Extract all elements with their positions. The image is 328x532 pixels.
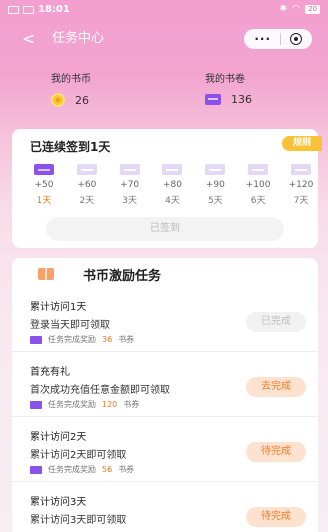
day-reward: +100 xyxy=(245,180,271,190)
wallet-summary: 我的书币 26 我的书卷 136 xyxy=(0,70,328,110)
task-title: 累计访问3天 xyxy=(30,497,87,508)
task-action-button[interactable]: 待完成 xyxy=(246,507,306,527)
status-right: ✱ ◠ 20 xyxy=(280,4,320,14)
reward-prefix: 任务完成奖励 xyxy=(48,465,96,474)
ticket-icon xyxy=(290,164,311,175)
task-row: 累计访问2天累计访问2天即可领取任务完成奖励 56 书券 待完成 xyxy=(12,428,318,482)
signin-day-1: +50 1天 xyxy=(30,164,58,206)
ticket-icon xyxy=(205,164,226,175)
close-mini-program-button[interactable] xyxy=(289,33,302,45)
signin-day-2: +60 2天 xyxy=(73,164,101,206)
day-reward: +90 xyxy=(205,180,225,190)
wifi-icon: ◠ xyxy=(292,4,301,14)
task-row: 首充有礼首次成功充值任意金额即可领取任务完成奖励 120 书券 去完成 xyxy=(12,363,318,417)
day-label: 6天 xyxy=(250,196,266,206)
coins-value-row: 26 xyxy=(51,93,91,107)
coins-label: 我的书币 xyxy=(51,74,91,85)
task-action-button[interactable]: 已完成 xyxy=(246,312,306,332)
task-row: 累计访问1天登录当天即可领取 任务完成奖励 36 书券 已完成 xyxy=(12,298,318,352)
ticket-icon xyxy=(162,164,183,175)
signin-days: +50 1天 +60 2天 +70 3天 +80 4天 +90 5天 +100 6天 +120 7天 xyxy=(30,164,315,206)
task-title: 累计访问1天 xyxy=(30,302,87,313)
status-bar: 18:01 ✱ ◠ 20 xyxy=(0,0,328,20)
task-reward: 任务完成奖励 56 书券 xyxy=(30,464,134,475)
tickets-value: 136 xyxy=(231,93,252,106)
reward-amount: 56 xyxy=(102,465,113,474)
day-label: 5天 xyxy=(207,196,223,206)
reward-amount: 120 xyxy=(102,400,118,409)
tasks-card: 书币激励任务 累计访问1天登录当天即可领取 任务完成奖励 36 书券 已完成首充有礼首次… xyxy=(12,258,318,532)
ticket-icon xyxy=(34,164,54,175)
page-title: 任务中心 xyxy=(52,31,105,46)
ticket-icon xyxy=(119,164,140,175)
coins-summary: 我的书币 26 xyxy=(51,70,91,107)
day-label: 2天 xyxy=(79,196,95,206)
status-time: 18:01 xyxy=(38,4,70,15)
day-reward: +70 xyxy=(120,180,140,190)
reward-unit: 书券 xyxy=(123,400,140,409)
bluetooth-icon: ✱ xyxy=(279,4,288,14)
nav-bar: < 任务中心 ··· xyxy=(0,28,328,50)
task-description: 首次成功充值任意金额即可领取 xyxy=(30,385,170,396)
gift-icon xyxy=(38,268,54,280)
tickets-summary: 我的书卷 136 xyxy=(205,70,252,106)
day-label: 7天 xyxy=(293,196,309,206)
reward-prefix: 任务完成奖励 xyxy=(48,400,96,409)
ticket-icon xyxy=(248,164,269,175)
signin-day-5: +90 5天 xyxy=(201,164,229,206)
rules-button[interactable]: 规则 xyxy=(282,136,322,151)
ticket-icon xyxy=(30,335,42,344)
task-description: 登录当天即可领取 xyxy=(30,320,110,331)
signin-card: 已连续签到1天 规则 +50 1天 +60 2天 +70 3天 +80 4天 +90 5天 +100… xyxy=(12,129,322,248)
task-action-button[interactable]: 去完成 xyxy=(246,377,306,397)
ticket-icon xyxy=(30,400,42,409)
signin-day-6: +100 6天 xyxy=(244,164,272,206)
task-reward: 任务完成奖励 120 书券 xyxy=(30,399,139,410)
signed-button[interactable]: 已签到 xyxy=(46,217,284,241)
more-button[interactable]: ··· xyxy=(254,33,271,45)
reward-unit: 书券 xyxy=(118,465,135,474)
day-label: 3天 xyxy=(122,196,138,206)
day-label: 4天 xyxy=(165,196,180,206)
reward-amount: 36 xyxy=(102,335,113,344)
task-action-button[interactable]: 待完成 xyxy=(246,442,306,462)
task-row: 累计访问3天累计访问3天即可领取 待完成 xyxy=(12,493,318,532)
tasks-header: 书币激励任务 xyxy=(12,258,318,294)
task-description: 累计访问2天即可领取 xyxy=(30,450,127,461)
coins-value: 26 xyxy=(75,93,89,107)
signin-day-3: +70 3天 xyxy=(116,164,144,206)
ticket-icon xyxy=(76,164,97,175)
task-reward: 任务完成奖励 36 书券 xyxy=(30,334,134,345)
signin-day-7: +120 7天 xyxy=(287,164,315,206)
close-dot-icon xyxy=(293,37,298,41)
reward-prefix: 任务完成奖励 xyxy=(48,335,96,344)
day-reward: +50 xyxy=(34,180,54,190)
signin-day-4: +80 4天 xyxy=(158,164,186,206)
day-reward: +120 xyxy=(288,180,314,190)
back-button[interactable]: < xyxy=(22,28,35,50)
ticket-icon xyxy=(30,465,42,474)
task-description: 累计访问3天即可领取 xyxy=(30,515,127,526)
tickets-value-row: 136 xyxy=(205,93,252,106)
coin-icon xyxy=(51,93,65,107)
tasks-title: 书币激励任务 xyxy=(83,269,162,284)
battery-icon: 20 xyxy=(305,4,320,14)
mini-program-capsule: ··· xyxy=(244,29,312,49)
ticket-icon xyxy=(205,94,221,105)
reward-unit: 书券 xyxy=(118,335,135,344)
signal-icon xyxy=(8,5,19,14)
signin-title: 已连续签到1天 xyxy=(30,140,111,154)
task-title: 累计访问2天 xyxy=(30,432,87,443)
day-label: 1天 xyxy=(36,196,52,206)
sim-icon xyxy=(23,5,34,14)
capsule-divider xyxy=(279,33,281,45)
tickets-label: 我的书卷 xyxy=(205,74,245,85)
task-title: 首充有礼 xyxy=(30,367,70,378)
day-reward: +80 xyxy=(162,180,182,190)
day-reward: +60 xyxy=(77,180,97,190)
status-left: 18:01 xyxy=(8,4,70,15)
